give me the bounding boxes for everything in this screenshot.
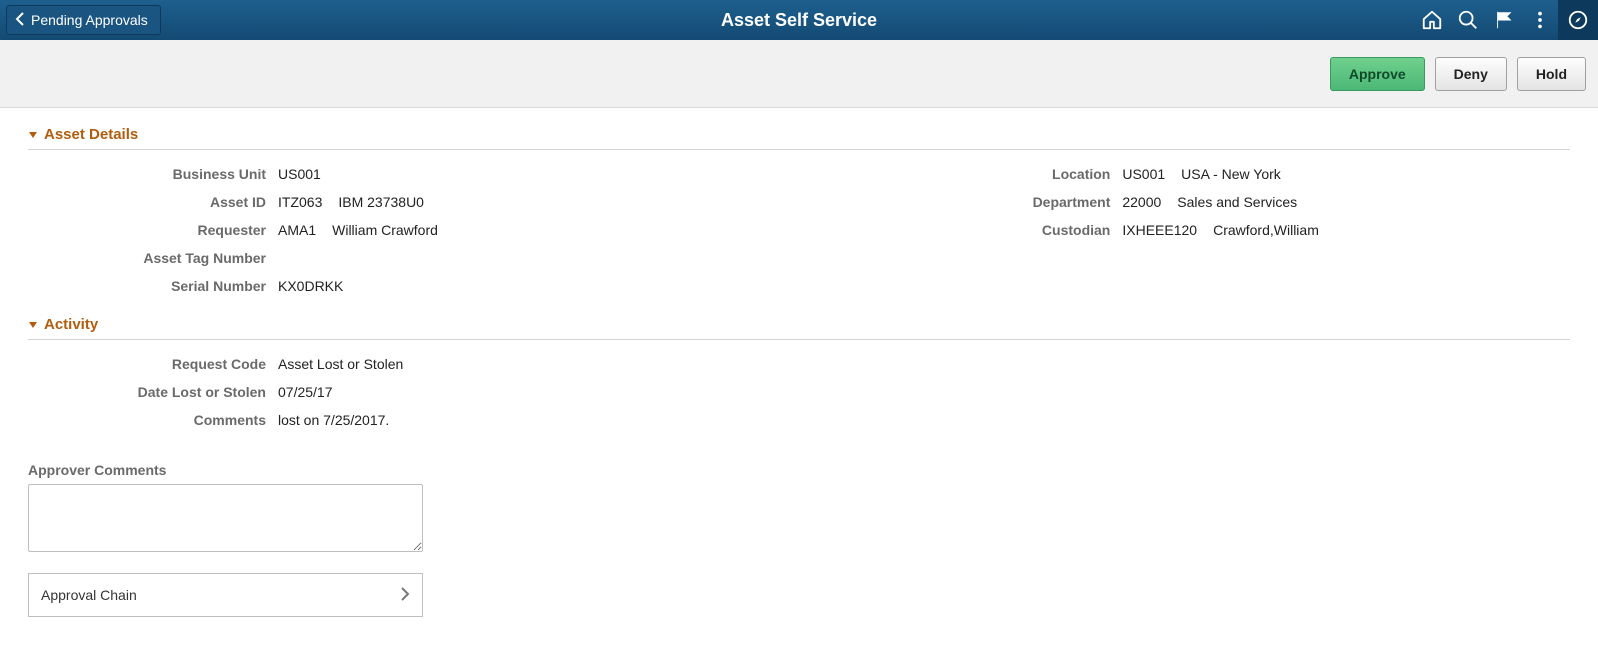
value-custodian-code: IXHEEE120 — [1122, 222, 1197, 238]
chevron-left-icon — [15, 12, 31, 29]
section-title: Asset Details — [44, 126, 138, 143]
activity-fields: Request Code Asset Lost or Stolen Date L… — [28, 340, 1570, 444]
label-department: Department — [922, 194, 1122, 210]
label-location: Location — [922, 166, 1122, 182]
home-icon[interactable] — [1414, 0, 1450, 40]
label-comments: Comments — [28, 412, 278, 428]
page-title: Asset Self Service — [721, 10, 877, 31]
more-icon[interactable] — [1522, 0, 1558, 40]
value-asset-id-desc: IBM 23738U0 — [338, 194, 424, 210]
field-asset-id: Asset ID ITZ063 IBM 23738U0 — [28, 188, 922, 216]
label-custodian: Custodian — [922, 222, 1122, 238]
approve-button[interactable]: Approve — [1330, 57, 1425, 91]
field-comments: Comments lost on 7/25/2017. — [28, 406, 1570, 434]
field-requester: Requester AMA1 William Crawford — [28, 216, 922, 244]
search-icon[interactable] — [1450, 0, 1486, 40]
flag-icon[interactable] — [1486, 0, 1522, 40]
content-area: Asset Details Business Unit US001 Asset … — [0, 108, 1598, 647]
action-bar: Approve Deny Hold — [0, 40, 1598, 108]
label-asset-id: Asset ID — [28, 194, 278, 210]
value-location-desc: USA - New York — [1181, 166, 1281, 182]
section-asset-details-header[interactable]: Asset Details — [28, 120, 1570, 150]
field-custodian: Custodian IXHEEE120 Crawford,William — [922, 216, 1570, 244]
value-serial: KX0DRKK — [278, 278, 343, 294]
back-button-label: Pending Approvals — [31, 12, 148, 28]
label-asset-tag: Asset Tag Number — [28, 250, 278, 266]
field-request-code: Request Code Asset Lost or Stolen — [28, 350, 1570, 378]
field-date-lost: Date Lost or Stolen 07/25/17 — [28, 378, 1570, 406]
value-custodian-desc: Crawford,William — [1213, 222, 1319, 238]
chevron-right-icon — [400, 587, 410, 604]
label-business-unit: Business Unit — [28, 166, 278, 182]
approval-chain-button[interactable]: Approval Chain — [28, 573, 423, 617]
hold-button[interactable]: Hold — [1517, 57, 1586, 91]
value-requester-desc: William Crawford — [332, 222, 438, 238]
compass-icon[interactable] — [1558, 0, 1598, 40]
approver-comments-label: Approver Comments — [28, 462, 1570, 478]
section-activity-header[interactable]: Activity — [28, 310, 1570, 340]
approver-comments-input[interactable] — [28, 484, 423, 552]
value-comments: lost on 7/25/2017. — [278, 412, 389, 428]
value-location-code: US001 — [1122, 166, 1165, 182]
field-asset-tag: Asset Tag Number — [28, 244, 922, 272]
app-header: Pending Approvals Asset Self Service — [0, 0, 1598, 40]
field-location: Location US001 USA - New York — [922, 160, 1570, 188]
value-asset-id-code: ITZ063 — [278, 194, 322, 210]
collapse-icon — [28, 320, 38, 330]
collapse-icon — [28, 130, 38, 140]
section-title: Activity — [44, 316, 98, 333]
deny-button[interactable]: Deny — [1435, 57, 1507, 91]
field-serial: Serial Number KX0DRKK — [28, 272, 922, 300]
label-date-lost: Date Lost or Stolen — [28, 384, 278, 400]
label-requester: Requester — [28, 222, 278, 238]
value-business-unit: US001 — [278, 166, 321, 182]
value-date-lost: 07/25/17 — [278, 384, 333, 400]
back-button[interactable]: Pending Approvals — [6, 5, 161, 35]
asset-details-fields: Business Unit US001 Asset ID ITZ063 IBM … — [28, 150, 1570, 310]
approval-chain-label: Approval Chain — [41, 587, 137, 603]
value-department-code: 22000 — [1122, 194, 1161, 210]
field-department: Department 22000 Sales and Services — [922, 188, 1570, 216]
value-department-desc: Sales and Services — [1177, 194, 1297, 210]
field-business-unit: Business Unit US001 — [28, 160, 922, 188]
label-serial: Serial Number — [28, 278, 278, 294]
value-request-code: Asset Lost or Stolen — [278, 356, 403, 372]
header-icon-group — [1414, 0, 1598, 40]
label-request-code: Request Code — [28, 356, 278, 372]
value-requester-code: AMA1 — [278, 222, 316, 238]
